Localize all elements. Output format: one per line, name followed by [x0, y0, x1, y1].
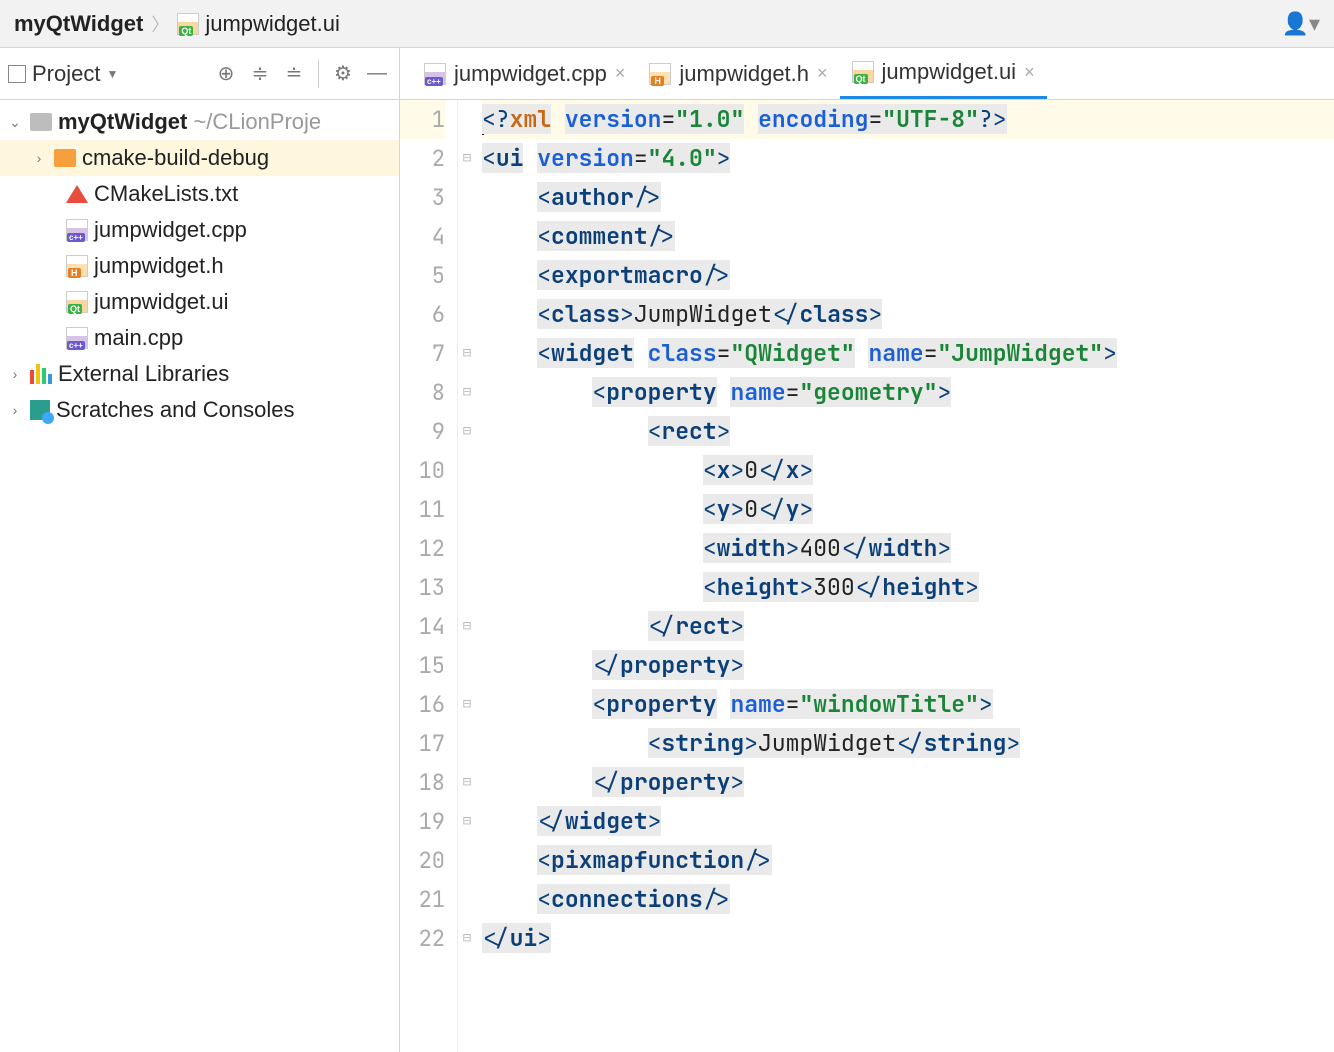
tab-label: jumpwidget.cpp — [454, 61, 607, 87]
chevron-right-icon: › — [30, 150, 48, 166]
tree-item-label: External Libraries — [58, 361, 229, 387]
tree-root-path: ~/CLionProje — [193, 109, 321, 135]
fold-column: ⊟⊟⊟⊟⊟⊟⊟⊟⊟ — [458, 100, 476, 1052]
cpp-file-icon — [66, 327, 88, 349]
tree-item-label: Scratches and Consoles — [56, 397, 294, 423]
tree-scratches[interactable]: › Scratches and Consoles — [0, 392, 399, 428]
project-view-selector[interactable]: Project ▼ — [8, 61, 118, 87]
tree-file-cpp[interactable]: jumpwidget.cpp — [0, 212, 399, 248]
project-sidebar: Project ▼ ⊕ ≑ ≐ ⚙ — ⌄ myQtWidget ~/CLion… — [0, 48, 400, 1052]
tab-label: jumpwidget.ui — [882, 59, 1017, 85]
user-icon[interactable]: 👤▾ — [1282, 11, 1320, 37]
tab-jumpwidget-h[interactable]: jumpwidget.h × — [637, 48, 839, 99]
breadcrumb-file[interactable]: jumpwidget.ui — [177, 11, 340, 37]
libraries-icon — [30, 364, 52, 384]
cpp-file-icon — [424, 63, 446, 85]
tree-file-h[interactable]: jumpwidget.h — [0, 248, 399, 284]
tree-item-label: main.cpp — [94, 325, 183, 351]
tree-file-cmakelists[interactable]: CMakeLists.txt — [0, 176, 399, 212]
code-content[interactable]: <?xml version="1.0" encoding="UTF-8"?><u… — [476, 100, 1334, 1052]
tree-item-label: jumpwidget.h — [94, 253, 224, 279]
gear-icon[interactable]: ⚙ — [329, 60, 357, 88]
tree-file-main[interactable]: main.cpp — [0, 320, 399, 356]
tree-item-label: jumpwidget.ui — [94, 289, 229, 315]
qt-ui-file-icon — [177, 13, 199, 35]
sidebar-toolbar: Project ▼ ⊕ ≑ ≐ ⚙ — — [0, 48, 399, 100]
tree-folder-debug[interactable]: › cmake-build-debug — [0, 140, 399, 176]
cpp-file-icon — [66, 219, 88, 241]
breadcrumb-root[interactable]: myQtWidget — [14, 11, 143, 37]
expand-all-icon[interactable]: ≑ — [246, 60, 274, 88]
cmake-icon — [66, 185, 88, 203]
folder-icon — [54, 149, 76, 167]
tab-jumpwidget-ui[interactable]: jumpwidget.ui × — [840, 48, 1047, 99]
project-label: Project — [32, 61, 100, 87]
tab-jumpwidget-cpp[interactable]: jumpwidget.cpp × — [412, 48, 637, 99]
chevron-right-icon: › — [6, 402, 24, 418]
close-icon[interactable]: × — [817, 63, 828, 84]
header-file-icon — [66, 255, 88, 277]
chevron-down-icon: ⌄ — [6, 114, 24, 131]
header-file-icon — [649, 63, 671, 85]
hide-icon[interactable]: — — [363, 60, 391, 88]
tree-file-ui[interactable]: jumpwidget.ui — [0, 284, 399, 320]
breadcrumb-label: myQtWidget — [14, 11, 143, 37]
tree-external-libraries[interactable]: › External Libraries — [0, 356, 399, 392]
tree-root-label: myQtWidget — [58, 109, 187, 135]
editor-body[interactable]: 12345678910111213141516171819202122 ⊟⊟⊟⊟… — [400, 100, 1334, 1052]
chevron-right-icon: 〉 — [151, 11, 169, 37]
tree-item-label: CMakeLists.txt — [94, 181, 238, 207]
chevron-down-icon: ▼ — [106, 67, 118, 81]
locate-icon[interactable]: ⊕ — [212, 60, 240, 88]
project-tree: ⌄ myQtWidget ~/CLionProje › cmake-build-… — [0, 100, 399, 428]
separator — [318, 60, 319, 88]
tab-label: jumpwidget.h — [679, 61, 809, 87]
folder-icon — [30, 113, 52, 131]
breadcrumb-bar: myQtWidget 〉 jumpwidget.ui 👤▾ — [0, 0, 1334, 48]
close-icon[interactable]: × — [615, 63, 626, 84]
breadcrumbs: myQtWidget 〉 jumpwidget.ui — [14, 11, 340, 37]
tree-item-label: jumpwidget.cpp — [94, 217, 247, 243]
project-icon — [8, 65, 26, 83]
chevron-right-icon: › — [6, 366, 24, 382]
tree-root[interactable]: ⌄ myQtWidget ~/CLionProje — [0, 104, 399, 140]
qt-ui-file-icon — [66, 291, 88, 313]
tree-item-label: cmake-build-debug — [82, 145, 269, 171]
qt-ui-file-icon — [852, 61, 874, 83]
editor-tabs: jumpwidget.cpp × jumpwidget.h × jumpwidg… — [400, 48, 1334, 100]
scratches-icon — [30, 400, 50, 420]
line-number-gutter: 12345678910111213141516171819202122 — [400, 100, 458, 1052]
editor-area: jumpwidget.cpp × jumpwidget.h × jumpwidg… — [400, 48, 1334, 1052]
close-icon[interactable]: × — [1024, 62, 1035, 83]
collapse-all-icon[interactable]: ≐ — [280, 60, 308, 88]
breadcrumb-label: jumpwidget.ui — [205, 11, 340, 37]
